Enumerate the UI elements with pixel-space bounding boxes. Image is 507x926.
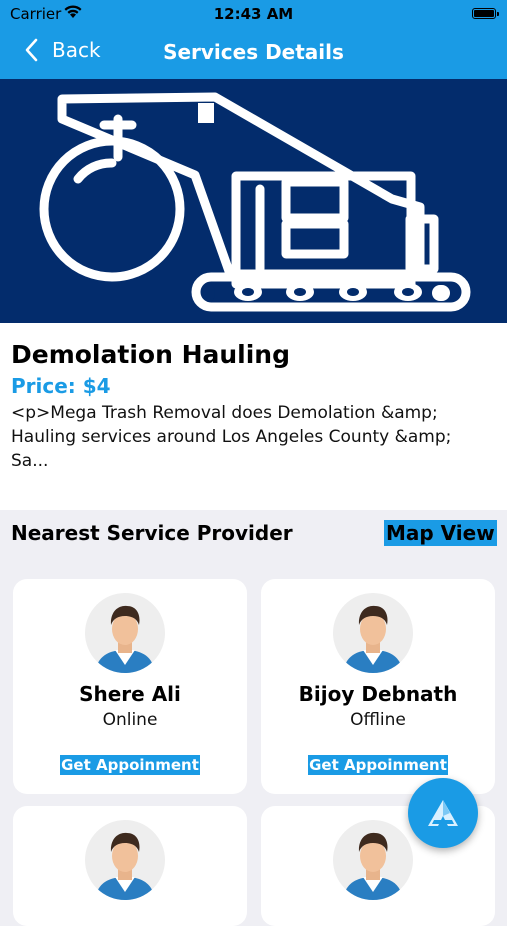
avatar (333, 820, 413, 900)
provider-name: Shere Ali (79, 682, 181, 706)
service-info-panel: Demolation Hauling Price: $4 <p>Mega Tra… (0, 323, 507, 510)
provider-status: Offline (350, 710, 406, 730)
service-title: Demolation Hauling (11, 340, 290, 369)
avatar (85, 593, 165, 673)
service-hero-image (0, 79, 507, 323)
floating-action-button[interactable] (408, 778, 478, 848)
provider-name: Bijoy Debnath (298, 682, 458, 706)
map-view-button[interactable]: Map View (384, 520, 497, 546)
page-title: Services Details (163, 40, 344, 64)
provider-card[interactable]: Bijoy Debnath Offline Get Appoinment (261, 579, 495, 794)
avatar (85, 820, 165, 900)
avatar (333, 593, 413, 673)
user-avatar-icon (343, 832, 403, 900)
user-avatar-icon (343, 605, 403, 673)
service-description: <p>Mega Trash Removal does Demolation &a… (11, 403, 452, 471)
navigation-bar: Back Services Details (0, 28, 507, 79)
provider-card[interactable]: Shere Ali Online Get Appoinment (13, 579, 247, 794)
status-bar: Carrier 12:43 AM (0, 0, 507, 28)
clock: 12:43 AM (213, 5, 294, 23)
get-appointment-button[interactable]: Get Appoinment (308, 755, 448, 775)
crane-wrecking-ball-icon (39, 92, 471, 312)
provider-card[interactable] (13, 806, 247, 926)
user-avatar-icon (95, 832, 155, 900)
app-logo-icon (428, 800, 458, 826)
user-avatar-icon (95, 605, 155, 673)
provider-status: Online (102, 710, 158, 730)
get-appointment-button[interactable]: Get Appoinment (60, 755, 200, 775)
battery-icon (472, 8, 499, 19)
top-bar: Carrier 12:43 AM Back Services Details (0, 0, 507, 79)
section-title: Nearest Service Provider (11, 521, 293, 545)
service-price: Price: $4 (11, 374, 111, 398)
